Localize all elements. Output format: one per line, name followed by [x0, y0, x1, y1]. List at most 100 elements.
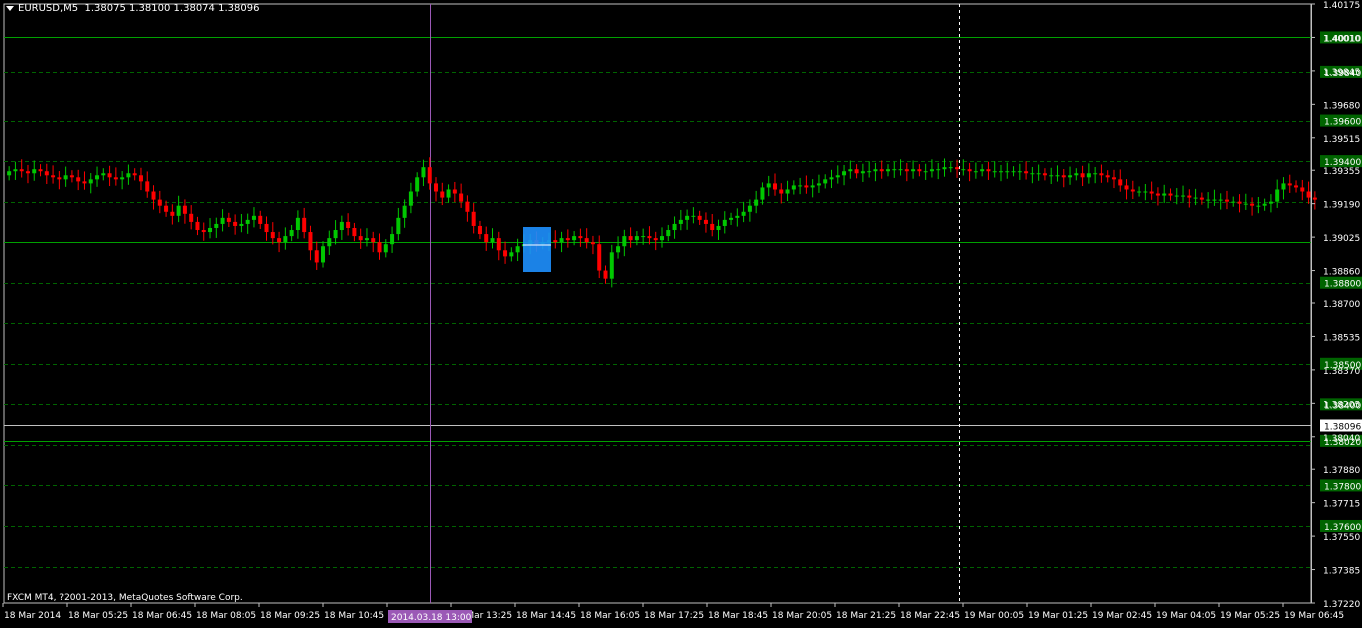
- x-tick-label: 18 Mar 22:45: [900, 611, 960, 621]
- candle-body: [477, 225, 482, 235]
- candle-body: [208, 227, 213, 233]
- candle-body: [716, 225, 721, 231]
- x-tick-label: 19 Mar 01:25: [1028, 611, 1088, 621]
- candle-body: [785, 189, 790, 194]
- candle-body: [1124, 185, 1129, 190]
- candle-body: [791, 185, 796, 190]
- candle-body: [942, 167, 947, 170]
- candle-body: [1287, 183, 1292, 186]
- candle-body: [779, 189, 784, 194]
- candle-body: [76, 177, 81, 182]
- x-tick-label: 18 Mar 10:45: [324, 611, 384, 621]
- candle-body: [182, 205, 187, 214]
- candle-body: [176, 205, 181, 216]
- candle-body: [465, 201, 470, 212]
- y-tick-label: 1.38860: [1323, 268, 1360, 278]
- candle-body: [603, 270, 608, 279]
- price-level-tag-label: 1.37800: [1324, 482, 1361, 492]
- crosshair-time-label: 2014.03.18 13:00: [391, 613, 472, 623]
- candle-body: [151, 191, 156, 200]
- candle-body: [678, 219, 683, 224]
- candle-body: [798, 185, 803, 187]
- dropdown-triangle-icon[interactable]: [6, 5, 14, 11]
- x-tick-label: 19 Mar 00:05: [964, 611, 1024, 621]
- candle-body: [157, 199, 162, 206]
- candle-body: [936, 169, 941, 171]
- candle-body: [980, 169, 985, 172]
- candle-body: [1017, 171, 1022, 173]
- candle-body: [107, 173, 112, 178]
- candle-body: [622, 236, 627, 247]
- y-tick-label: 1.38205: [1323, 400, 1360, 410]
- candle-body: [120, 177, 125, 180]
- candle-body: [1300, 187, 1305, 192]
- candle-body: [823, 179, 828, 184]
- candle-body: [88, 179, 93, 184]
- candle-body: [967, 169, 972, 172]
- candle-body: [628, 236, 633, 241]
- candle-body: [1218, 199, 1223, 201]
- candle-body: [1168, 193, 1173, 196]
- candle-body: [1174, 195, 1179, 197]
- candle-body: [164, 205, 169, 212]
- y-tick-label: 1.38040: [1323, 434, 1360, 444]
- candle-body: [245, 219, 250, 224]
- candle-body: [1137, 191, 1142, 193]
- y-tick-label: 1.40010: [1323, 34, 1360, 44]
- candle-body: [1231, 201, 1236, 203]
- candle-body: [1250, 203, 1255, 206]
- candle-body: [898, 169, 903, 171]
- x-tick-label: 18 Mar 16:05: [580, 611, 640, 621]
- candle-body: [1312, 197, 1317, 200]
- candle-body: [126, 173, 131, 178]
- candle-body: [1262, 203, 1267, 206]
- y-tick-label: 1.39680: [1323, 101, 1360, 111]
- y-tick-label: 1.37880: [1323, 466, 1360, 476]
- candle-body: [484, 234, 489, 243]
- symbol-label: EURUSD,M5: [18, 3, 79, 14]
- candle-body: [1149, 191, 1154, 194]
- candle-body: [1199, 197, 1204, 200]
- y-tick-label: 1.39845: [1323, 68, 1360, 78]
- candle-body: [277, 238, 282, 243]
- candle-body: [810, 185, 815, 188]
- candle-body: [973, 171, 978, 173]
- candle-body: [1042, 173, 1047, 176]
- candle-body: [195, 221, 200, 231]
- y-tick-label: 1.39025: [1323, 234, 1360, 244]
- y-tick-label: 1.39190: [1323, 201, 1360, 211]
- candle-body: [741, 211, 746, 216]
- candle-body: [703, 219, 708, 224]
- candlestick-chart[interactable]: 1.400101.398401.396001.394001.388001.385…: [0, 0, 1362, 624]
- candle-body: [1143, 191, 1148, 193]
- x-tick-label: 18 Mar 21:25: [836, 611, 896, 621]
- candle-body: [660, 236, 664, 241]
- candle-body: [408, 191, 413, 206]
- candle-body: [584, 238, 589, 243]
- y-tick-label: 1.37385: [1323, 567, 1360, 577]
- candle-body: [233, 221, 238, 226]
- candle-body: [440, 191, 445, 198]
- candle-body: [992, 171, 997, 173]
- candle-body: [471, 211, 476, 226]
- candle-body: [1193, 197, 1198, 199]
- candle-body: [842, 171, 847, 176]
- candle-body: [201, 230, 206, 233]
- candle-body: [170, 211, 175, 216]
- candle-body: [1061, 175, 1066, 178]
- candle-body: [634, 236, 639, 241]
- candle-body: [339, 221, 344, 231]
- candle-body: [25, 171, 30, 174]
- x-tick-label: 19 Mar 06:45: [1284, 611, 1344, 621]
- x-tick-label: 19 Mar 05:25: [1220, 611, 1280, 621]
- candle-body: [729, 217, 734, 220]
- candle-body: [515, 246, 520, 253]
- candle-body: [371, 238, 376, 243]
- candle-body: [1099, 173, 1104, 176]
- candle-body: [402, 205, 407, 218]
- candle-body: [772, 183, 777, 190]
- candle-body: [666, 230, 671, 237]
- candle-body: [735, 215, 740, 218]
- ohlc-readout: 1.38075 1.38100 1.38074 1.38096: [84, 3, 260, 14]
- candle-body: [1049, 175, 1054, 177]
